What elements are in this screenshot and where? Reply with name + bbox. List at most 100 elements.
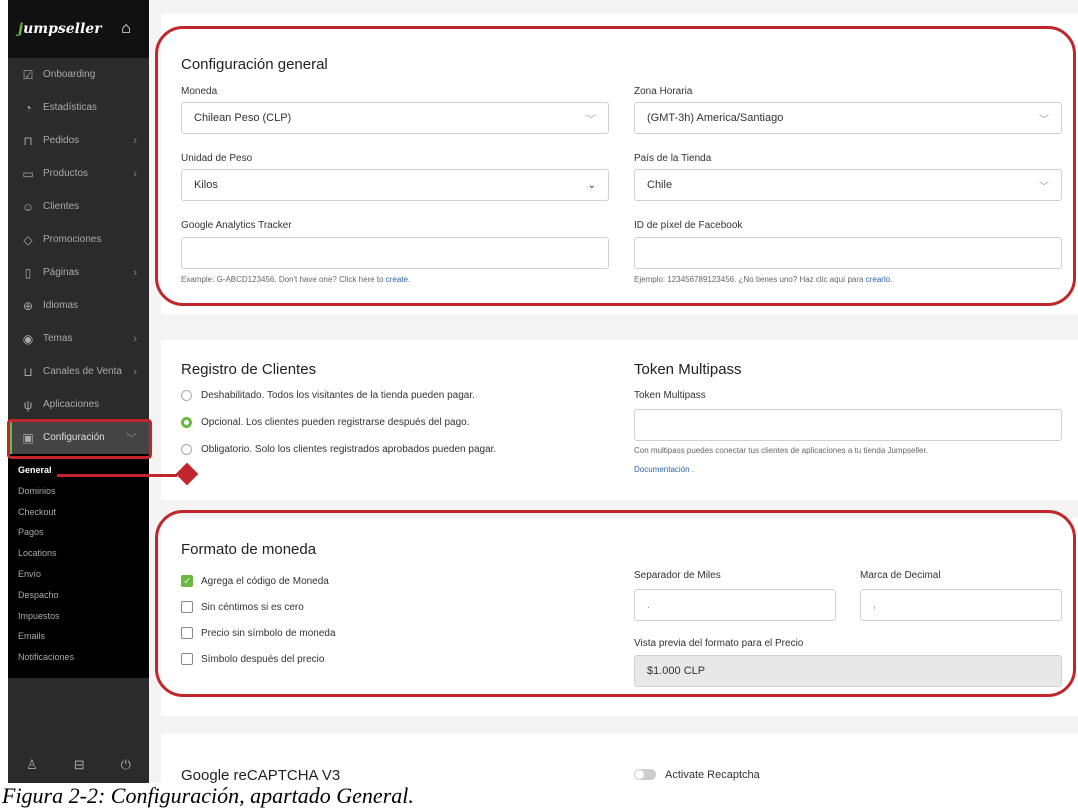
weight-unit-select[interactable]: Kilos ⌄	[181, 169, 609, 201]
price-preview-field: $1.000 CLP	[634, 655, 1062, 687]
country-select[interactable]: Chile ﹀	[634, 169, 1062, 201]
radio-button[interactable]	[181, 417, 192, 428]
sidebar-item-estad-sticas[interactable]: ◔ Estadísticas	[8, 91, 149, 124]
currency-format-option[interactable]: Sin céntimos si es cero	[181, 601, 304, 613]
sidebar-brand: jumpseller ⌂	[8, 0, 149, 58]
ga-tracker-hint: Example: G-ABCD123456. Don't have one? C…	[181, 275, 411, 284]
registration-option[interactable]: Obligatorio. Solo los clientes registrad…	[181, 444, 496, 455]
sidebar-item-clientes[interactable]: ☺ Clientes	[8, 190, 149, 223]
checkbox-label: Sin céntimos si es cero	[201, 601, 304, 613]
facebook-pixel-label: ID de píxel de Facebook	[634, 220, 743, 231]
recaptcha-toggle[interactable]	[634, 769, 656, 780]
currency-format-option[interactable]: Precio sin símbolo de moneda	[181, 627, 336, 639]
currency-format-card: Formato de moneda ✓ Agrega el código de M…	[161, 518, 1078, 716]
sidebar-item-configuracion[interactable]: ▣ Configuración ﹀	[8, 421, 149, 454]
figure-caption: Figura 2-2: Configuración, apartado Gene…	[2, 783, 414, 808]
submenu-item-notificaciones[interactable]: Notificaciones	[18, 647, 149, 668]
submenu-item-despacho[interactable]: Despacho	[18, 585, 149, 606]
sidebar-item-label: Aplicaciones	[43, 399, 100, 410]
sidebar-item-label: Idiomas	[43, 300, 79, 311]
user-icon[interactable]: ♙	[26, 757, 38, 773]
create-link[interactable]: create	[386, 275, 408, 284]
sidebar-item-productos[interactable]: ▭ Productos ›	[8, 157, 149, 190]
multipass-hint: Con multipass puedes conectar tus client…	[634, 446, 928, 455]
sidebar-item-label: Estadísticas	[43, 102, 97, 113]
thousands-separator-input[interactable]: .	[634, 589, 836, 621]
checkbox[interactable]	[181, 627, 193, 639]
submenu-item-checkout[interactable]: Checkout	[18, 502, 149, 523]
sidebar-item-promociones[interactable]: ◇ Promociones	[8, 223, 149, 256]
sidebar-item-idiomas[interactable]: ⊕ Idiomas	[8, 289, 149, 322]
users-icon: ☺	[21, 199, 35, 214]
country-label: País de la Tienda	[634, 153, 712, 164]
sidebar-item-pedidos[interactable]: ⊓ Pedidos ›	[8, 124, 149, 157]
currency-select[interactable]: Chilean Peso (CLP) ﹀	[181, 102, 609, 134]
sidebar-item-aplicaciones[interactable]: ψ Aplicaciones	[8, 388, 149, 421]
sidebar-item-label: Productos	[43, 168, 89, 179]
power-icon[interactable]: ⏻	[121, 757, 131, 773]
submenu-item-emails[interactable]: Emails	[18, 626, 149, 647]
submenu-item-env-o[interactable]: Envío	[18, 564, 149, 585]
multipass-doc-hint: Documentación .	[634, 465, 695, 474]
registration-option[interactable]: Opcional. Los clientes pueden registrars…	[181, 417, 470, 428]
registration-card: Registro de Clientes Deshabilitado. Todo…	[161, 340, 1078, 500]
currency-format-title: Formato de moneda	[181, 541, 317, 558]
registration-option[interactable]: Deshabilitado. Todos los visitantes de l…	[181, 390, 475, 401]
globe-icon: ⊕	[22, 298, 34, 313]
sidebar-item-label: Canales de Venta	[43, 366, 122, 377]
facebook-pixel-hint: Ejemplo: 123456789123456. ¿No tienes uno…	[634, 275, 893, 284]
submenu-item-dominios[interactable]: Dominios	[18, 481, 149, 502]
chevron-right-icon: ›	[133, 332, 137, 345]
weight-unit-label: Unidad de Peso	[181, 153, 253, 164]
jumpseller-logo[interactable]: jumpseller	[18, 21, 102, 37]
checkbox[interactable]	[181, 601, 193, 613]
currency-format-option[interactable]: ✓ Agrega el código de Moneda	[181, 575, 329, 587]
chart-icon: ◔	[24, 100, 32, 115]
sidebar-item-canales-de-venta[interactable]: ⊔ Canales de Venta ›	[8, 355, 149, 388]
radio-button[interactable]	[181, 390, 192, 401]
ga-tracker-input[interactable]	[181, 237, 609, 269]
submenu-item-impuestos[interactable]: Impuestos	[18, 606, 149, 627]
currency-label: Moneda	[181, 86, 218, 97]
sidebar-item-label: Temas	[43, 333, 73, 344]
checkbox-label: Precio sin símbolo de moneda	[201, 627, 336, 639]
chevron-right-icon: ›	[133, 167, 137, 180]
general-settings-card: Configuración general Moneda Chilean Pes…	[161, 14, 1078, 314]
chevron-down-icon: ﹀	[586, 114, 596, 126]
sidebar-item-label: Clientes	[43, 201, 80, 212]
submenu-item-pagos[interactable]: Pagos	[18, 522, 149, 543]
sidebar-item-onboarding[interactable]: ☑ Onboarding	[8, 58, 149, 91]
ga-tracker-label: Google Analytics Tracker	[181, 220, 292, 231]
checkbox-label: Agrega el código de Moneda	[201, 575, 329, 587]
chevron-right-icon: ›	[133, 134, 137, 147]
cart-icon: ⊔	[23, 364, 33, 379]
crearlo-link[interactable]: crearlo	[866, 275, 890, 284]
sidebar-item-label: Páginas	[43, 267, 80, 278]
checkbox[interactable]: ✓	[181, 575, 193, 587]
radio-label: Opcional. Los clientes pueden registrars…	[201, 417, 470, 428]
multipass-input[interactable]	[634, 409, 1062, 441]
decimal-mark-input[interactable]: ,	[860, 589, 1062, 621]
tag-icon: ◇	[23, 232, 33, 247]
submenu-item-locations[interactable]: Locations	[18, 543, 149, 564]
timezone-select[interactable]: (GMT-3h) America/Santiago ﹀	[634, 102, 1062, 134]
currency-format-option[interactable]: Símbolo después del precio	[181, 653, 324, 665]
plug-icon: ψ	[23, 397, 33, 412]
pointer-arrow-line	[57, 474, 177, 477]
facebook-pixel-input[interactable]	[634, 237, 1062, 269]
sidebar-footer: ♙ ⊟ ⏻	[8, 747, 149, 783]
sidebar-item-temas[interactable]: ◉ Temas ›	[8, 322, 149, 355]
home-icon[interactable]: ⌂	[113, 16, 139, 42]
registration-title: Registro de Clientes	[181, 361, 317, 378]
sidebar-item-p-ginas[interactable]: ▯ Páginas ›	[8, 256, 149, 289]
documentation-link[interactable]: Documentación	[634, 465, 690, 474]
radio-button[interactable]	[181, 444, 192, 455]
general-settings-title: Configuración general	[181, 56, 328, 73]
chevron-right-icon: ›	[133, 266, 137, 279]
briefcase-icon[interactable]: ⊟	[74, 757, 85, 773]
checkbox[interactable]	[181, 653, 193, 665]
sidebar-item-label: Promociones	[43, 234, 102, 245]
eye-icon: ◉	[22, 331, 34, 346]
submenu-item-general[interactable]: General	[18, 460, 149, 481]
radio-label: Obligatorio. Solo los clientes registrad…	[201, 444, 497, 455]
